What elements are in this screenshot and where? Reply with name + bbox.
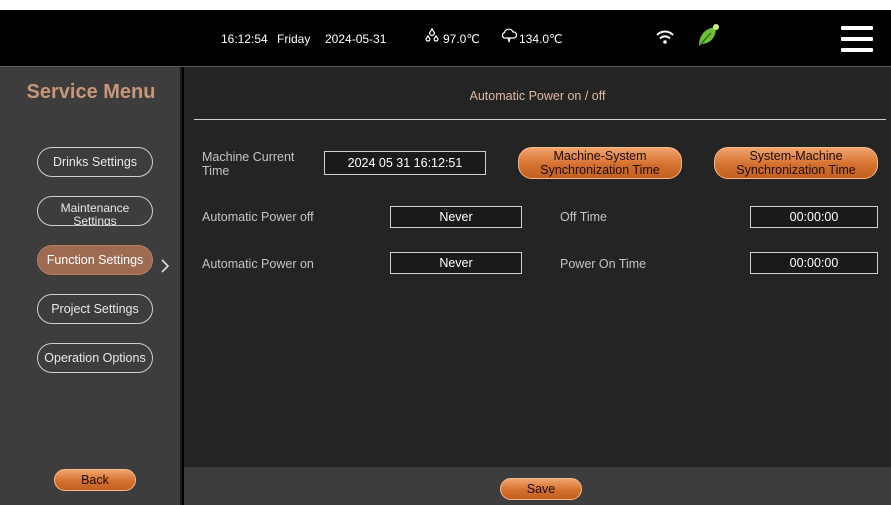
power-off-select[interactable]: Never (390, 206, 522, 228)
title-divider (194, 119, 886, 120)
footer-bar: Save (184, 467, 891, 505)
status-bar: 16:12:54 Friday 2024-05-31 97.0℃ 134.0℃ (0, 10, 891, 67)
leaf-icon (699, 24, 719, 46)
machine-time-label: Machine Current Time (202, 150, 295, 178)
clock-time: 16:12:54 (221, 32, 268, 46)
off-time-field[interactable]: 00:00:00 (750, 206, 878, 228)
boiler-temp-2: 134.0℃ (519, 32, 563, 46)
date: 2024-05-31 (325, 32, 387, 46)
power-on-time-field[interactable]: 00:00:00 (750, 252, 878, 274)
wifi-icon (656, 30, 674, 44)
sidebar-item-project-settings[interactable]: Project Settings (37, 294, 153, 324)
page-title: Automatic Power on / off (469, 89, 606, 103)
power-on-label: Automatic Power on (202, 257, 314, 271)
power-on-select[interactable]: Never (390, 252, 522, 274)
sidebar: Service Menu Drinks Settings Maintenance… (0, 67, 182, 505)
machine-time-value: 2024 05 31 16:12:51 (324, 151, 486, 175)
app-frame: 16:12:54 Friday 2024-05-31 97.0℃ 134.0℃ (0, 10, 891, 505)
menu-icon[interactable] (841, 24, 873, 54)
machine-system-sync-button[interactable]: Machine-System Synchronization Time (518, 147, 682, 179)
boiler-temp-1: 97.0℃ (443, 32, 480, 46)
off-time-label: Off Time (560, 210, 608, 224)
save-button[interactable]: Save (500, 478, 582, 500)
chevron-right-icon (161, 259, 170, 273)
sidebar-item-maintenance-settings[interactable]: Maintenance Settings (37, 196, 153, 226)
system-machine-sync-button[interactable]: System-Machine Synchronization Time (714, 147, 878, 179)
water-drops-icon (425, 28, 439, 42)
sidebar-item-operation-options[interactable]: Operation Options (37, 343, 153, 373)
power-off-label: Automatic Power off (202, 210, 314, 224)
back-button[interactable]: Back (54, 469, 136, 491)
sidebar-item-function-settings[interactable]: Function Settings (37, 245, 153, 275)
sidebar-title: Service Menu (26, 81, 156, 103)
sidebar-item-drinks-settings[interactable]: Drinks Settings (37, 147, 153, 177)
cloud-icon (501, 28, 518, 43)
main-panel: Automatic Power on / off Machine Current… (184, 67, 891, 467)
power-on-time-label: Power On Time (560, 257, 647, 271)
weekday: Friday (277, 32, 311, 46)
